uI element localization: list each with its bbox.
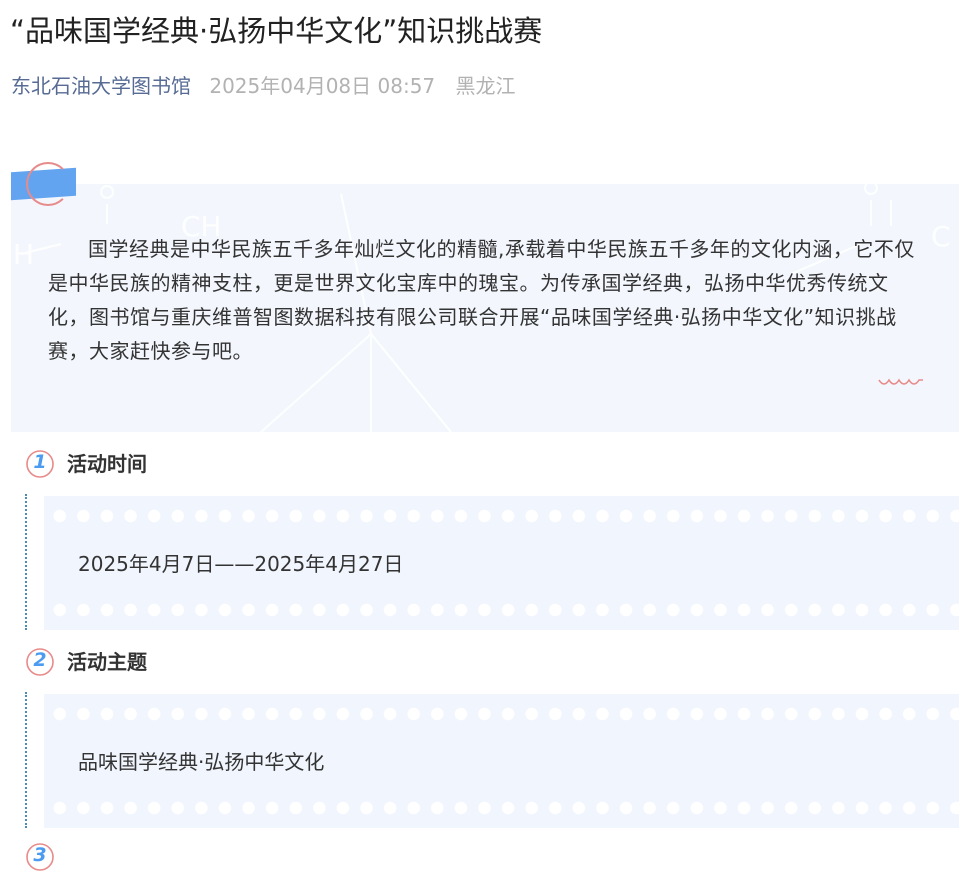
intro-paragraph: 国学经典是中华民族五千多年灿烂文化的精髓,承载着中华民族五千多年的文化内涵，它不…	[48, 237, 915, 363]
source-link[interactable]: 东北石油大学图书馆	[11, 74, 191, 98]
publish-region: 黑龙江	[455, 74, 516, 98]
wave-decoration	[878, 378, 923, 385]
number-badge-2: 2	[25, 647, 55, 677]
event-theme: 品味国学经典·弘扬中华文化	[78, 750, 325, 774]
svg-text:C: C	[931, 220, 951, 253]
article-meta: 东北石油大学图书馆 2025年04月08日 08:57 黑龙江	[11, 72, 516, 100]
timeline-dotted-line	[25, 692, 27, 828]
ring-decoration	[26, 162, 70, 206]
dot-border-top	[44, 707, 959, 721]
dot-border-bottom	[44, 801, 959, 815]
dot-border-top	[44, 509, 959, 523]
dot-border-bottom	[44, 603, 959, 617]
section-title: 活动主题	[67, 650, 147, 674]
number-badge-3: 3	[25, 842, 55, 872]
article-title: “品味国学经典·弘扬中华文化”知识挑战赛	[10, 14, 543, 48]
section-box-time: 2025年4月7日——2025年4月27日	[44, 496, 959, 630]
section-box-theme: 品味国学经典·弘扬中华文化	[44, 694, 959, 828]
timeline-dotted-line	[25, 494, 27, 630]
publish-date: 2025年04月08日 08:57	[209, 74, 436, 98]
number-badge-1: 1	[25, 449, 55, 479]
event-date-range: 2025年4月7日——2025年4月27日	[78, 552, 404, 576]
svg-text:H: H	[13, 238, 34, 271]
section-title: 活动时间	[67, 452, 147, 476]
